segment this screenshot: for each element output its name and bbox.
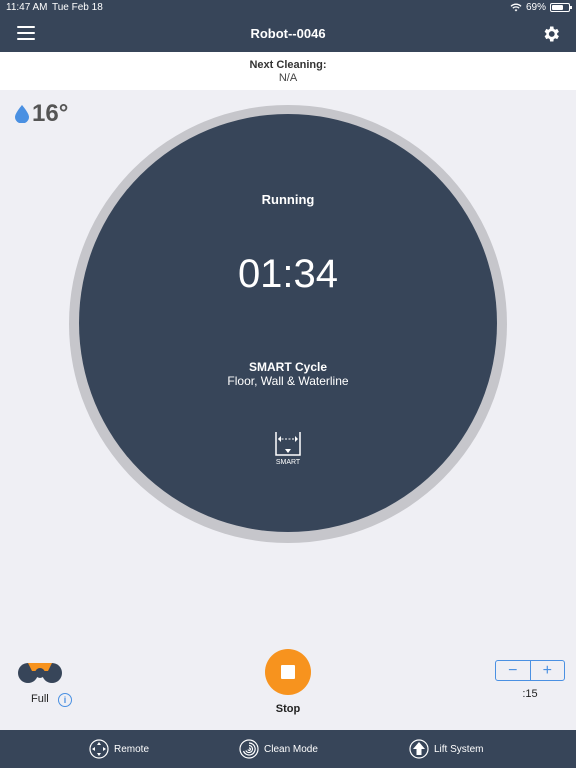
tab-clean-mode[interactable]: Clean Mode <box>239 739 318 759</box>
smart-icon-label: SMART <box>275 459 301 466</box>
bottom-tab-bar: Remote Clean Mode Lift System <box>0 730 576 768</box>
tab-lift-system[interactable]: Lift System <box>409 739 483 759</box>
status-bar: 11:47 AM Tue Feb 18 69% <box>0 0 576 16</box>
time-stepper: − + <box>495 660 565 681</box>
cleaning-dial: Running 01:34 SMART Cycle Floor, Wall & … <box>79 114 497 532</box>
battery-icon <box>550 3 572 12</box>
smart-cycle-icon <box>275 432 301 456</box>
wifi-icon <box>510 3 522 12</box>
cycle-description: Floor, Wall & Waterline <box>227 374 349 388</box>
lift-icon <box>409 739 429 759</box>
water-temperature: 16° <box>15 100 68 128</box>
top-bar: 11:47 AM Tue Feb 18 69% Robot--0046 <box>0 0 576 52</box>
battery-percent: 69% <box>525 2 546 13</box>
status-right: 69% <box>510 2 572 13</box>
water-drop-icon <box>15 105 29 123</box>
dial-time: 01:34 <box>237 252 339 296</box>
next-cleaning-value: N/A <box>278 72 298 84</box>
stop-button[interactable] <box>265 649 311 695</box>
swirl-icon <box>239 739 259 759</box>
tab-remote[interactable]: Remote <box>89 739 149 759</box>
tab-label: Lift System <box>434 743 484 755</box>
page-title: Robot--0046 <box>250 26 326 41</box>
cycle-name: SMART Cycle <box>248 360 328 374</box>
increment-button[interactable]: + <box>531 661 565 680</box>
tab-label: Clean Mode <box>264 743 318 755</box>
dial-status: Running <box>261 192 315 207</box>
remote-icon <box>89 739 109 759</box>
filter-icon <box>18 663 62 683</box>
next-cleaning-label: Next Cleaning: <box>249 59 327 71</box>
status-date: Tue Feb 18 <box>52 2 103 13</box>
status-time: 11:47 AM <box>6 2 48 13</box>
decrement-button[interactable]: − <box>496 661 531 680</box>
temperature-value: 16° <box>32 100 69 127</box>
stop-label: Stop <box>275 703 301 715</box>
tab-label: Remote <box>114 743 150 755</box>
stepper-value: :15 <box>522 688 538 700</box>
gear-icon[interactable] <box>541 24 561 44</box>
next-cleaning-banner: Next Cleaning: N/A <box>0 52 576 90</box>
stop-icon <box>281 665 295 679</box>
